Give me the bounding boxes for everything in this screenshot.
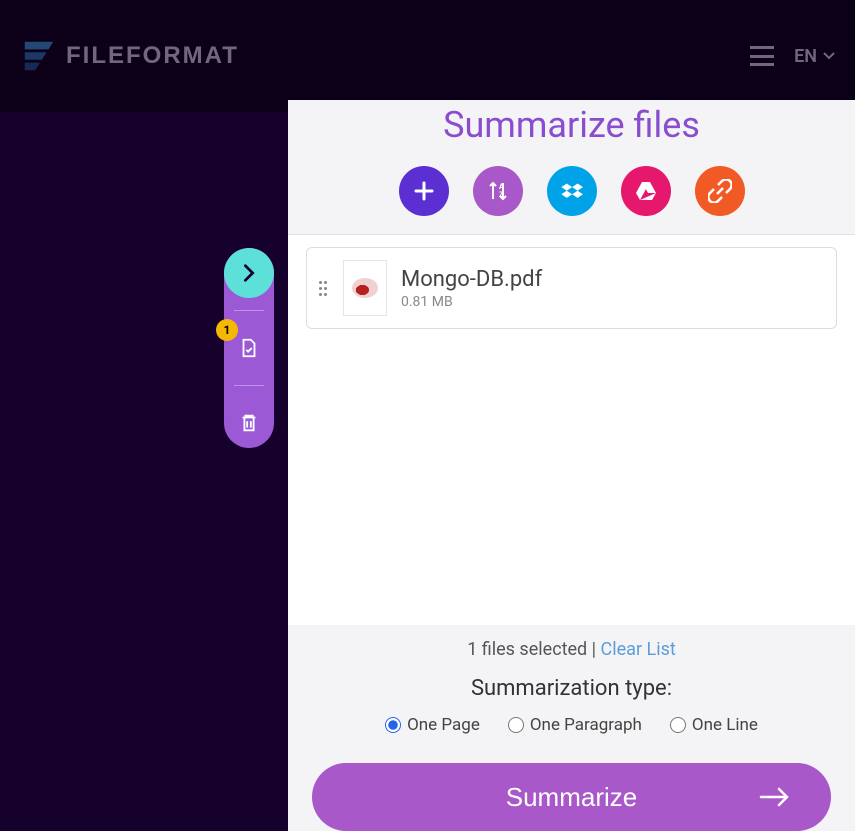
google-drive-button[interactable] (621, 166, 671, 216)
sort-button[interactable]: A Z (473, 166, 523, 216)
file-info: Mongo-DB.pdf 0.81 MB (401, 267, 824, 310)
file-list: Mongo-DB.pdf 0.81 MB (288, 234, 855, 625)
selection-count: 1 files selected (467, 639, 587, 660)
link-icon (708, 179, 732, 203)
radio-one-line[interactable]: One Line (670, 715, 758, 735)
plus-icon (412, 179, 436, 203)
selection-info: 1 files selected | Clear List (288, 625, 855, 668)
summarization-type-group: Summarization type: One Page One Paragra… (288, 668, 855, 753)
dropbox-icon (560, 179, 584, 203)
file-size: 0.81 MB (401, 294, 824, 310)
file-thumbnail (343, 260, 387, 316)
summarize-panel: Summarize files A Z (288, 100, 855, 831)
vertical-toolbar: 1 (224, 248, 274, 448)
vtab-files-button[interactable]: 1 (224, 323, 274, 373)
radio-one-line-input[interactable] (670, 717, 686, 733)
add-file-button[interactable] (399, 166, 449, 216)
file-count-badge: 1 (216, 319, 238, 341)
trash-icon (238, 412, 260, 434)
summarize-button[interactable]: Summarize (312, 763, 831, 831)
document-check-icon (238, 337, 260, 359)
radio-one-page-input[interactable] (385, 717, 401, 733)
clear-list-link[interactable]: Clear List (601, 639, 676, 660)
radio-group: One Page One Paragraph One Line (288, 715, 855, 735)
arrow-right-icon (759, 787, 791, 807)
dropbox-button[interactable] (547, 166, 597, 216)
vtab-delete-button[interactable] (224, 398, 274, 448)
google-drive-icon (634, 179, 658, 203)
panel-title: Summarize files (288, 104, 855, 146)
summarization-type-label: Summarization type: (288, 676, 855, 701)
file-row[interactable]: Mongo-DB.pdf 0.81 MB (306, 247, 837, 329)
url-link-button[interactable] (695, 166, 745, 216)
radio-one-paragraph[interactable]: One Paragraph (508, 715, 642, 735)
vtab-next-button[interactable] (224, 248, 274, 298)
radio-one-page[interactable]: One Page (385, 715, 480, 735)
upload-sources-row: A Z (288, 166, 855, 234)
drag-handle-icon[interactable] (319, 281, 329, 296)
file-name: Mongo-DB.pdf (401, 267, 824, 292)
summarize-button-label: Summarize (506, 782, 637, 813)
svg-text:A: A (499, 183, 504, 191)
radio-one-paragraph-input[interactable] (508, 717, 524, 733)
sort-icon: A Z (486, 179, 510, 203)
